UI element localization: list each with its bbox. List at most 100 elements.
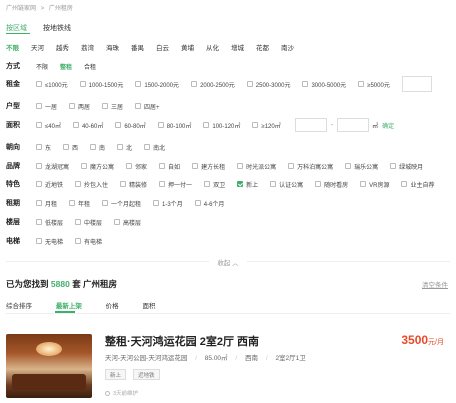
layout-checkbox[interactable]: 一居 — [36, 102, 57, 111]
area-max-input[interactable] — [337, 118, 370, 132]
checkbox-box[interactable] — [81, 163, 88, 169]
floor-checkbox[interactable]: 中楼层 — [75, 218, 102, 227]
checkbox-box[interactable] — [90, 144, 97, 150]
term-checkbox[interactable]: 4-6个月 — [194, 199, 224, 208]
checkbox-box[interactable] — [270, 181, 277, 187]
listing-location[interactable]: 天河-天河公园-天河鸿运花园 — [105, 355, 187, 362]
rent-checkbox[interactable]: 2500-3000元 — [246, 80, 290, 89]
tab-by-district[interactable]: 按区域 — [6, 23, 27, 33]
checkbox-box[interactable] — [36, 238, 42, 244]
area-checkbox[interactable]: 60-80㎡ — [115, 121, 146, 130]
listing-thumbnail[interactable] — [6, 334, 92, 398]
district-option[interactable]: 增城 — [231, 42, 244, 52]
rent-checkbox[interactable]: ≥5000元 — [358, 80, 390, 89]
district-option[interactable]: 从化 — [206, 42, 219, 52]
checkbox-box[interactable] — [159, 163, 166, 169]
feature-checkbox[interactable]: 精装修 — [120, 180, 147, 189]
term-checkbox[interactable]: 月租 — [36, 199, 57, 208]
checkbox-box[interactable] — [114, 219, 121, 225]
checkbox-box[interactable] — [117, 144, 124, 150]
brand-checkbox[interactable]: 自如 — [159, 162, 180, 171]
orientation-checkbox[interactable]: 东 — [36, 143, 51, 152]
checkbox-box[interactable] — [36, 219, 42, 225]
orientation-checkbox[interactable]: 北 — [117, 143, 132, 152]
checkbox-box[interactable] — [69, 200, 76, 206]
checkbox-box[interactable] — [194, 200, 201, 206]
district-option[interactable]: 不限 — [6, 42, 19, 52]
floor-checkbox[interactable]: 低楼层 — [36, 218, 63, 227]
checkbox-box[interactable] — [69, 103, 76, 109]
brand-checkbox[interactable]: 绿城映月 — [390, 162, 423, 171]
checkbox-box[interactable] — [135, 81, 142, 87]
checkbox-box[interactable] — [288, 163, 295, 169]
checkbox-box[interactable] — [102, 200, 109, 206]
checkbox-box[interactable] — [360, 181, 367, 187]
district-option[interactable]: 南沙 — [281, 42, 294, 52]
mode-option[interactable]: 整租 — [60, 62, 72, 71]
district-option[interactable]: 海珠 — [106, 42, 119, 52]
checkbox-box[interactable] — [345, 163, 352, 169]
floor-checkbox[interactable]: 高楼层 — [114, 218, 141, 227]
term-checkbox[interactable]: 1-3个月 — [153, 199, 183, 208]
sort-tab-area[interactable]: 面积 — [142, 303, 155, 310]
brand-checkbox[interactable]: 邻家 — [126, 162, 147, 171]
term-checkbox[interactable]: 年租 — [69, 199, 90, 208]
checkbox-box[interactable] — [36, 200, 42, 206]
checkbox-box[interactable] — [63, 144, 70, 150]
rent-checkbox[interactable]: 1000-1500元 — [79, 80, 123, 89]
checkbox-box[interactable] — [401, 181, 408, 187]
brand-checkbox[interactable]: 魔方公寓 — [81, 162, 114, 171]
area-checkbox[interactable]: ≥120㎡ — [252, 121, 281, 130]
orientation-checkbox[interactable]: 西 — [63, 143, 78, 152]
checkbox-box[interactable] — [203, 122, 210, 128]
sort-tab-default[interactable]: 综合排序 — [6, 303, 32, 310]
checkbox-box[interactable] — [237, 163, 244, 169]
checkbox-box[interactable] — [159, 181, 166, 187]
tab-by-subway[interactable]: 按地铁线 — [43, 23, 71, 33]
checkbox-box[interactable] — [120, 181, 127, 187]
checkbox-box[interactable] — [36, 181, 42, 187]
district-option[interactable]: 花都 — [256, 42, 269, 52]
collapse-label[interactable]: 收起 ︿ — [209, 260, 247, 267]
layout-checkbox[interactable]: 三居 — [102, 102, 123, 111]
district-option[interactable]: 荔湾 — [81, 42, 94, 52]
area-min-input[interactable] — [294, 118, 327, 132]
checkbox-box[interactable] — [302, 81, 309, 87]
feature-checkbox[interactable]: VR房源 — [360, 180, 389, 189]
area-checkbox[interactable]: 100-120㎡ — [203, 121, 240, 130]
brand-checkbox[interactable]: 时光派公寓 — [237, 162, 276, 171]
breadcrumb-current[interactable]: 广州租房 — [49, 6, 73, 12]
district-option[interactable]: 天河 — [31, 42, 44, 52]
checkbox-box[interactable] — [390, 163, 397, 169]
rent-checkbox[interactable]: 3000-5000元 — [302, 80, 346, 89]
elevator-checkbox[interactable]: 有电梯 — [75, 237, 102, 246]
checkbox-box[interactable] — [36, 144, 42, 150]
checkbox-box-checked[interactable] — [237, 181, 244, 187]
feature-checkbox[interactable]: 业主自荐 — [401, 180, 434, 189]
sort-tab-price[interactable]: 价格 — [106, 303, 119, 310]
checkbox-box[interactable] — [72, 122, 79, 128]
layout-checkbox[interactable]: 两居 — [69, 102, 90, 111]
brand-checkbox[interactable]: 建方长租 — [192, 162, 225, 171]
checkbox-box[interactable] — [75, 219, 82, 225]
checkbox-box[interactable] — [115, 122, 122, 128]
mode-option[interactable]: 不限 — [36, 62, 48, 71]
district-option[interactable]: 黄埔 — [181, 42, 194, 52]
brand-checkbox[interactable]: 龙湖冠寓 — [36, 162, 69, 171]
district-option[interactable]: 越秀 — [56, 42, 69, 52]
listing-title[interactable]: 整租·天河鸿运花园 2室2厅 西南 — [105, 333, 259, 349]
breadcrumb-home[interactable]: 广州链家网 — [6, 6, 36, 12]
checkbox-box[interactable] — [157, 122, 164, 128]
sort-tab-newest[interactable]: 最新上架 — [56, 303, 82, 310]
mode-option[interactable]: 合租 — [84, 62, 96, 71]
checkbox-box[interactable] — [75, 238, 82, 244]
orientation-checkbox[interactable]: 南北 — [144, 143, 165, 152]
checkbox-box[interactable] — [144, 144, 151, 150]
feature-checkbox-checked[interactable]: 新上 — [237, 180, 258, 189]
area-confirm-button[interactable]: 确定 — [382, 121, 394, 130]
checkbox-box[interactable] — [75, 181, 82, 187]
checkbox-box[interactable] — [252, 122, 259, 128]
area-checkbox[interactable]: 80-100㎡ — [157, 121, 191, 130]
checkbox-box[interactable] — [36, 163, 42, 169]
brand-checkbox[interactable]: 瑞乐公寓 — [345, 162, 378, 171]
